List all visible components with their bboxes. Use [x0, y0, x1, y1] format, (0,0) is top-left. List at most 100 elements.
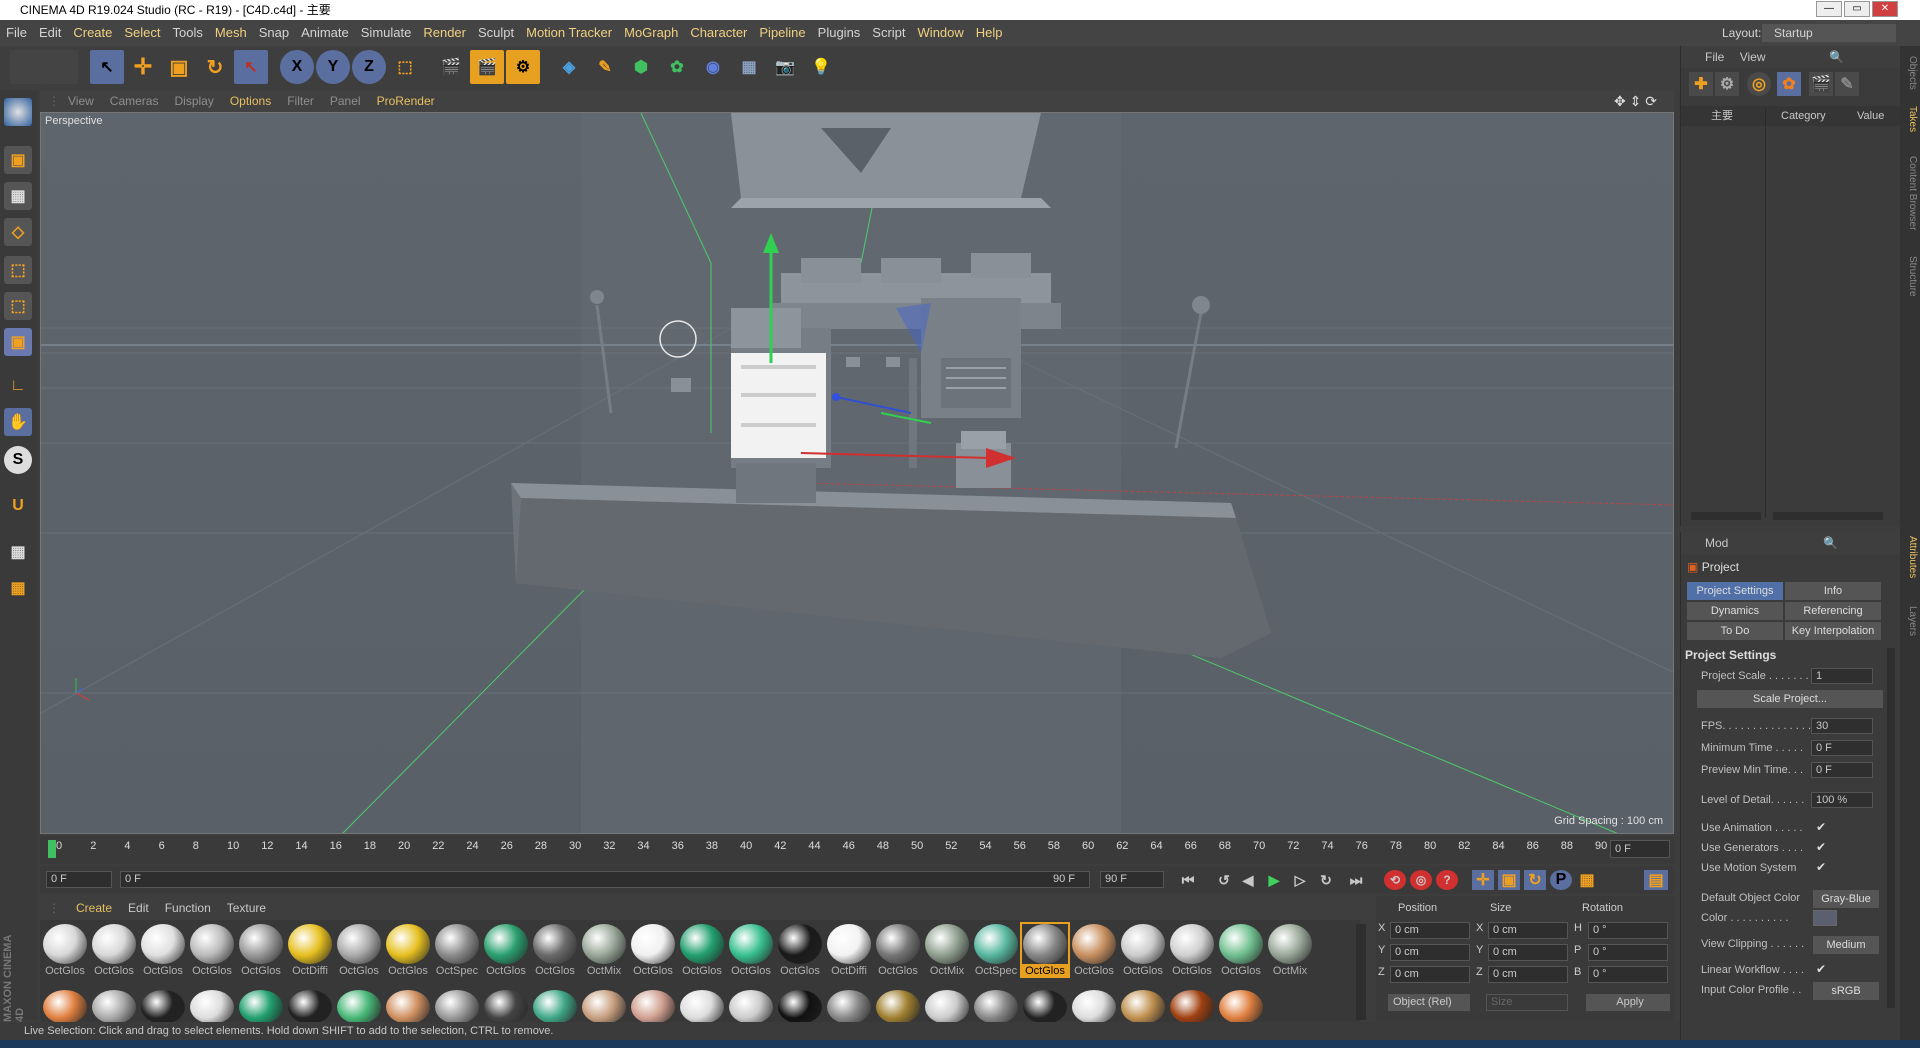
- goto-end-icon[interactable]: ⏭: [1344, 870, 1368, 890]
- polygons-mode-icon[interactable]: ▣: [4, 328, 32, 356]
- material-menu-function[interactable]: Function: [157, 896, 219, 920]
- deformer-icon[interactable]: ◉: [696, 50, 730, 84]
- material-swatch[interactable]: OctSpec: [434, 924, 480, 977]
- menu-help[interactable]: Help: [970, 20, 1009, 46]
- globe-icon[interactable]: [4, 98, 32, 126]
- viewport-menu-display[interactable]: Display: [166, 90, 221, 112]
- coordinate-system-icon[interactable]: ⬚: [388, 50, 422, 84]
- axis-mode-icon[interactable]: ∟: [4, 372, 32, 400]
- model-mode-icon[interactable]: ▦: [4, 182, 32, 210]
- material-swatch[interactable]: [140, 990, 186, 1024]
- project-scale-field[interactable]: 1: [1811, 668, 1873, 684]
- material-menu-edit[interactable]: Edit: [120, 896, 157, 920]
- material-swatch[interactable]: OctGlos: [1020, 922, 1070, 978]
- menu-mograph[interactable]: MoGraph: [618, 20, 684, 46]
- material-swatch[interactable]: [679, 990, 725, 1024]
- scale-project-button[interactable]: Scale Project...: [1697, 690, 1883, 708]
- position-field[interactable]: 0 cm: [1390, 922, 1470, 939]
- material-swatch[interactable]: OctGlos: [1071, 924, 1117, 977]
- subdivision-icon[interactable]: ⬢: [624, 50, 658, 84]
- material-menu-texture[interactable]: Texture: [219, 896, 274, 920]
- record-keys-icon[interactable]: ⟲: [1384, 870, 1406, 890]
- menu-sculpt[interactable]: Sculpt: [472, 20, 520, 46]
- current-frame-field[interactable]: 0 F: [46, 871, 112, 888]
- key-position-icon[interactable]: ✛: [1472, 870, 1494, 890]
- menu-motion-tracker[interactable]: Motion Tracker: [520, 20, 618, 46]
- material-swatch[interactable]: OctDiffi: [826, 924, 872, 977]
- play-icon[interactable]: ▶: [1262, 870, 1286, 890]
- size-field[interactable]: 0 cm: [1488, 966, 1568, 983]
- material-scrollbar[interactable]: [1356, 924, 1366, 1020]
- side-tab-takes[interactable]: Takes: [1902, 106, 1918, 132]
- viewport[interactable]: Perspective Grid Spacing : 100 cm: [40, 112, 1674, 834]
- render-view-icon[interactable]: 🎬: [434, 50, 468, 84]
- menu-script[interactable]: Script: [866, 20, 911, 46]
- next-frame-icon[interactable]: ▷: [1288, 870, 1312, 890]
- view-clipping-dropdown[interactable]: Medium: [1813, 936, 1879, 954]
- use-animation-checkbox[interactable]: ✔: [1816, 820, 1826, 834]
- timeline-end-field[interactable]: 0 F: [1610, 840, 1670, 858]
- viewport-menu-cameras[interactable]: Cameras: [102, 90, 167, 112]
- material-swatch[interactable]: [287, 990, 333, 1024]
- side-tab-content-browser[interactable]: Content Browser: [1902, 156, 1918, 230]
- material-swatch[interactable]: OctMix: [581, 924, 627, 977]
- material-swatch[interactable]: OctGlos: [679, 924, 725, 977]
- redo-icon[interactable]: [44, 50, 78, 84]
- material-swatch[interactable]: [385, 990, 431, 1024]
- position-field[interactable]: 0 cm: [1390, 966, 1470, 983]
- menu-mesh[interactable]: Mesh: [209, 20, 253, 46]
- move-icon[interactable]: ✛: [126, 50, 160, 84]
- material-swatch[interactable]: OctGlos: [532, 924, 578, 977]
- rotate-icon[interactable]: ↻: [198, 50, 232, 84]
- tab-referencing[interactable]: Referencing: [1785, 602, 1881, 620]
- material-swatch[interactable]: [532, 990, 578, 1024]
- key-scale-icon[interactable]: ▣: [1498, 870, 1520, 890]
- menu-render[interactable]: Render: [417, 20, 472, 46]
- material-swatch[interactable]: OctGlos: [42, 924, 88, 977]
- fps-field[interactable]: 30: [1811, 718, 1873, 734]
- object-tool-icon-6[interactable]: ✎: [1835, 72, 1859, 96]
- key-pla-icon[interactable]: ▦: [1576, 870, 1598, 890]
- texture-mode-icon[interactable]: ◇: [4, 218, 32, 246]
- object-tool-icon-1[interactable]: ✚: [1689, 72, 1713, 96]
- material-swatch[interactable]: OctGlos: [630, 924, 676, 977]
- material-swatch[interactable]: OctGlos: [1169, 924, 1215, 977]
- size-field[interactable]: 0 cm: [1488, 944, 1568, 961]
- use-generators-checkbox[interactable]: ✔: [1816, 840, 1826, 854]
- material-swatch[interactable]: OctDiffi: [287, 924, 333, 977]
- position-field[interactable]: 0 cm: [1390, 944, 1470, 961]
- material-swatch[interactable]: [777, 990, 823, 1024]
- viewport-menu-filter[interactable]: Filter: [279, 90, 322, 112]
- material-swatch[interactable]: [238, 990, 284, 1024]
- menu-plugins[interactable]: Plugins: [812, 20, 867, 46]
- floor-icon[interactable]: ▦: [732, 50, 766, 84]
- material-swatch[interactable]: OctGlos: [777, 924, 823, 977]
- tweak-icon[interactable]: ✋: [4, 408, 32, 436]
- tab-info[interactable]: Info: [1785, 582, 1881, 600]
- material-swatch[interactable]: [434, 990, 480, 1024]
- viewport-menu-options[interactable]: Options: [222, 90, 279, 112]
- max-frame-field[interactable]: 90 F: [1100, 871, 1164, 888]
- use-motion-checkbox[interactable]: ✔: [1816, 860, 1826, 874]
- side-tab-layers[interactable]: Layers: [1902, 606, 1918, 636]
- menu-character[interactable]: Character: [684, 20, 753, 46]
- snap-icon[interactable]: S: [4, 446, 32, 474]
- cloner-icon[interactable]: ✿: [660, 50, 694, 84]
- material-swatch[interactable]: [1071, 990, 1117, 1024]
- material-swatch[interactable]: [1218, 990, 1264, 1024]
- menu-window[interactable]: Window: [912, 20, 970, 46]
- default-color-dropdown[interactable]: Gray-Blue: [1813, 890, 1879, 908]
- minimize-button[interactable]: —: [1816, 1, 1842, 17]
- key-rotation-icon[interactable]: ↻: [1524, 870, 1546, 890]
- key-parameter-icon[interactable]: P: [1550, 870, 1572, 890]
- make-editable-icon[interactable]: ▣: [4, 146, 32, 174]
- material-swatch[interactable]: OctGlos: [1218, 924, 1264, 977]
- material-swatch[interactable]: OctGlos: [1120, 924, 1166, 977]
- workplane-lock-icon[interactable]: ▦: [4, 538, 32, 566]
- material-swatch[interactable]: OctGlos: [189, 924, 235, 977]
- y-axis-button[interactable]: Y: [316, 50, 350, 84]
- material-swatch[interactable]: OctGlos: [140, 924, 186, 977]
- preview-min-field[interactable]: 0 F: [1811, 762, 1873, 778]
- points-mode-icon[interactable]: ⬚: [4, 256, 32, 284]
- material-swatch[interactable]: OctSpec: [973, 924, 1019, 977]
